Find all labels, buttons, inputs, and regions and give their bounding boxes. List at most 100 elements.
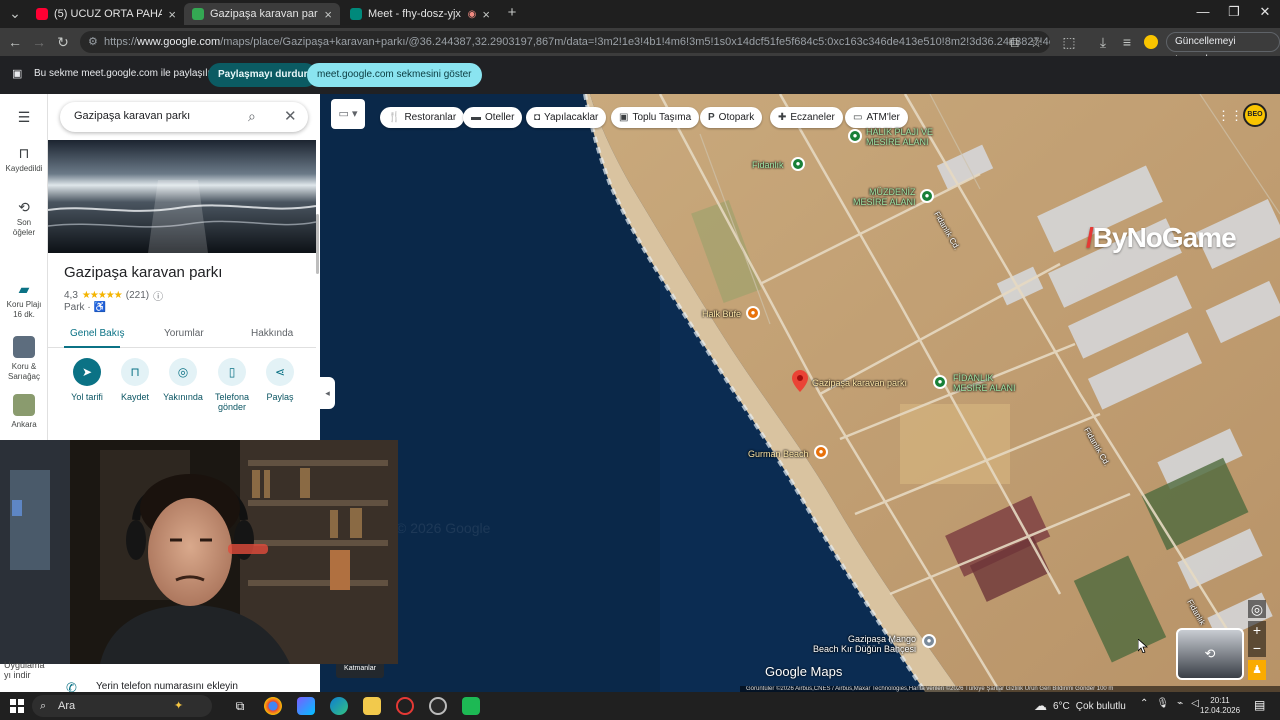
- start-windows-icon[interactable]: [10, 699, 24, 713]
- restaurant-pin-icon[interactable]: ●: [814, 445, 828, 459]
- download-icon[interactable]: ⤓: [1094, 34, 1112, 50]
- poi-fidanlik[interactable]: Fidanlık: [752, 160, 784, 170]
- menu-icon[interactable]: ☰: [0, 110, 48, 128]
- close-tab-icon[interactable]: ×: [168, 7, 176, 22]
- park-pin-icon[interactable]: ●: [791, 157, 805, 171]
- rail-saved[interactable]: ⊓ Kaydedildi: [0, 146, 48, 174]
- zoom-in-button[interactable]: +: [1248, 621, 1266, 639]
- tab-youtube[interactable]: (5) UCUZ ORTA PAHALI VE ULTR ×: [28, 3, 184, 25]
- new-tab-button[interactable]: +: [503, 5, 521, 21]
- chip-pharmacies[interactable]: ✚ Eczaneler: [770, 107, 843, 128]
- tab-search-icon[interactable]: ⌄: [6, 5, 24, 21]
- map-type-toggle[interactable]: ⟲: [1176, 628, 1244, 680]
- directions-button[interactable]: ➤ Yol tarifi: [60, 358, 114, 402]
- chrome-icon[interactable]: [264, 697, 282, 715]
- tab-google-maps[interactable]: Gazipaşa karavan parkı - Go ×: [184, 3, 340, 25]
- back-icon[interactable]: ←: [6, 34, 24, 50]
- task-view-icon[interactable]: ⧉: [231, 697, 249, 715]
- show-meet-tab-button[interactable]: meet.google.com sekmesini göster: [307, 63, 482, 87]
- street-view-pegman-icon[interactable]: ♟: [1248, 660, 1266, 680]
- zoom-out-button[interactable]: −: [1248, 639, 1266, 657]
- review-count[interactable]: (221): [126, 290, 149, 301]
- search-box[interactable]: Gazipaşa karavan parkı ⌕ ✕: [60, 102, 308, 132]
- poi-gurman-beach[interactable]: Gurman Beach: [748, 449, 809, 459]
- venue-pin-icon[interactable]: ●: [922, 634, 936, 648]
- my-location-icon[interactable]: ◎: [1248, 600, 1266, 618]
- taskbar-search[interactable]: ⌕ Ara ✦: [32, 695, 212, 717]
- poi-halk-bufe[interactable]: Halk Büfe: [702, 309, 741, 319]
- bookmark-star-icon[interactable]: ☆: [1027, 34, 1045, 50]
- account-avatar[interactable]: BEO: [1243, 103, 1267, 127]
- rail-recent-ankara[interactable]: Ankara: [0, 394, 48, 430]
- info-icon[interactable]: ⓘ: [153, 288, 163, 303]
- chip-restaurants[interactable]: 🍴 Restoranlar: [380, 107, 465, 128]
- share-screen-icon: ▣: [12, 68, 23, 80]
- chip-parking[interactable]: P Otopark: [700, 107, 763, 128]
- restaurant-pin-icon[interactable]: ●: [746, 306, 760, 320]
- rail-recent-koru-plaji[interactable]: ▰ Koru Plajı 16 dk.: [0, 282, 48, 320]
- tab-meet[interactable]: Meet - fhy-dosz-yjx ◉ ×: [342, 3, 498, 25]
- install-app-icon[interactable]: ⧉: [1005, 34, 1023, 50]
- add-phone-link[interactable]: Yerin telefon numarasını ekleyin: [96, 681, 238, 692]
- profile-avatar-icon[interactable]: [1142, 34, 1160, 49]
- poi-fidanlik-mesire[interactable]: FİDANLIK MESİRE ALANI: [953, 373, 1016, 393]
- chip-things-to-do[interactable]: ◘ Yapılacaklar: [526, 107, 607, 128]
- restore-icon[interactable]: ❐: [1219, 4, 1249, 20]
- nearby-button[interactable]: ◎ Yakınında: [156, 358, 210, 402]
- google-apps-icon[interactable]: ⋮⋮: [1217, 108, 1243, 124]
- poi-muzdeniz[interactable]: MÜZDENİZ MESİRE ALANI: [853, 187, 916, 207]
- poi-halik-plaji[interactable]: HALIK PLAJI VE MESİRE ALANI: [866, 127, 933, 147]
- panel-scrollbar[interactable]: [316, 214, 319, 274]
- edge-icon[interactable]: [330, 697, 348, 715]
- selected-place-pin-icon[interactable]: [792, 370, 808, 392]
- close-window-icon[interactable]: ✕: [1250, 4, 1280, 20]
- save-button[interactable]: ⊓ Kaydet: [108, 358, 162, 402]
- park-pin-icon[interactable]: ●: [848, 129, 862, 143]
- chevron-up-icon[interactable]: ⌃: [1140, 698, 1156, 709]
- close-icon[interactable]: ✕: [284, 107, 297, 125]
- parking-icon: P: [708, 112, 715, 123]
- send-to-phone-button[interactable]: ▯ Telefona gönder: [205, 358, 259, 412]
- park-pin-icon[interactable]: ●: [933, 375, 947, 389]
- chip-atms[interactable]: ▭ ATM'ler: [845, 107, 908, 128]
- close-tab-icon[interactable]: ×: [324, 7, 332, 22]
- search-icon[interactable]: ⌕: [248, 108, 256, 125]
- site-info-icon[interactable]: ⚙: [88, 31, 98, 53]
- system-tray[interactable]: ⌃🎙⌁◁: [1140, 698, 1207, 709]
- tab-about[interactable]: Hakkında: [251, 328, 293, 339]
- address-bar[interactable]: ⚙ https://www.google.com/maps/place/Gazi…: [80, 31, 1050, 53]
- forward-icon[interactable]: →: [30, 34, 48, 50]
- stop-sharing-button[interactable]: Paylaşmayı durdur: [208, 63, 318, 87]
- tab-reviews[interactable]: Yorumlar: [164, 328, 204, 339]
- poi-gazipasa-karavan-parki[interactable]: Gazipaşa karavan parkı: [812, 378, 907, 388]
- keyboard-toggle-icon[interactable]: ▭ ▾: [331, 99, 365, 129]
- copilot-icon[interactable]: [297, 697, 315, 715]
- collapse-panel-button[interactable]: ◂: [320, 377, 335, 409]
- notification-icon[interactable]: ▤: [1254, 698, 1265, 712]
- update-button[interactable]: Güncellemeyi tamamla: [1166, 32, 1280, 65]
- get-app-link[interactable]: Uygulama yı indir: [4, 660, 45, 680]
- chip-transit[interactable]: ▣ Toplu Taşıma: [611, 107, 700, 128]
- media-control-icon[interactable]: ≡: [1118, 34, 1136, 50]
- network-icon[interactable]: ⌁: [1177, 698, 1191, 709]
- tab-overview[interactable]: Genel Bakış: [70, 328, 124, 339]
- minimize-icon[interactable]: —: [1188, 4, 1218, 19]
- app-icon[interactable]: [462, 697, 480, 715]
- rail-recent-koru-sariagac[interactable]: Koru & Sarıağaç: [0, 336, 48, 382]
- opera-icon[interactable]: [396, 697, 414, 715]
- chip-hotels[interactable]: ▬ Oteller: [463, 107, 523, 128]
- park-pin-icon[interactable]: ●: [920, 189, 934, 203]
- microphone-icon[interactable]: 🎙: [1156, 698, 1177, 709]
- weather-widget[interactable]: ☁ 6°C Çok bulutlu: [1034, 698, 1126, 714]
- extensions-icon[interactable]: ⬚: [1060, 34, 1078, 50]
- obs-icon[interactable]: [429, 697, 447, 715]
- rail-recent[interactable]: ⟲ Son öğeler: [0, 200, 48, 238]
- place-hero-photo[interactable]: [48, 140, 316, 253]
- system-clock[interactable]: 20:11 12.04.2026: [1200, 696, 1240, 716]
- reload-icon[interactable]: ↻: [54, 34, 72, 50]
- file-explorer-icon[interactable]: [363, 697, 381, 715]
- poi-mango-beach[interactable]: Gazipaşa Mango Beach Kır Düğün Bahçesi: [813, 634, 916, 654]
- close-tab-icon[interactable]: ×: [482, 7, 490, 22]
- search-input[interactable]: Gazipaşa karavan parkı: [74, 110, 190, 122]
- share-button[interactable]: ⋖ Paylaş: [253, 358, 307, 402]
